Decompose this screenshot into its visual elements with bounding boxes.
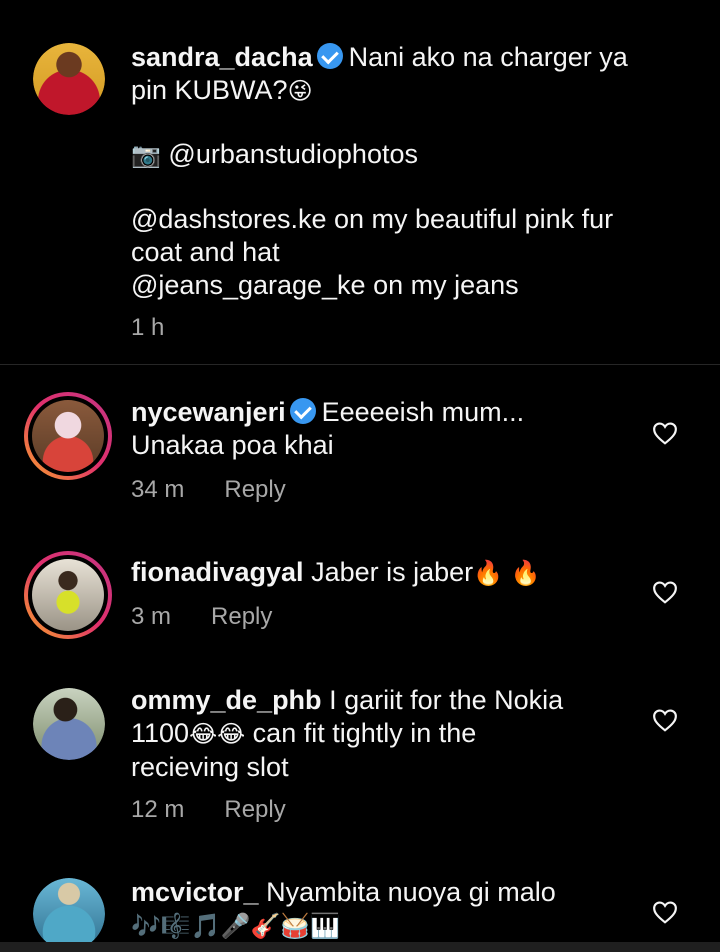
comment-fionadivagyal-text: fionadivagyal Jaber is jaber🔥 🔥 <box>131 556 631 590</box>
caption-body: @dashstores.ke on my beautiful pink fur … <box>131 203 701 302</box>
avatar-sandra-dacha[interactable] <box>33 43 105 115</box>
comment-text-line2a: 1100 <box>131 718 190 748</box>
camera-emoji: 📷 <box>131 141 161 169</box>
caption-time: 1 h <box>131 314 165 341</box>
comment-ommy-de-phb-text: ommy_de_phb I gariit for the Nokia 1100😂… <box>131 684 631 784</box>
username-mcvictor[interactable]: mcvictor_ <box>131 877 259 907</box>
comment-mcvictor-text: mcvictor_ Nyambita nuoya gi malo 🎶🎼🎵🎤🎸🥁🎹 <box>131 876 631 943</box>
comment-meta: 3 m Reply <box>131 603 272 631</box>
caption-credit: 📷 @urbanstudiophotos <box>131 138 418 172</box>
comment-text-line3: recieving slot <box>131 752 289 782</box>
comment-text-line2b: can fit tightly in the <box>252 718 477 748</box>
comment-time: 3 m <box>131 603 172 630</box>
avatar-mcvictor[interactable] <box>33 878 105 950</box>
comment-text-line1: Eeeeeish mum... <box>321 397 525 427</box>
comment-text-line1: Nyambita nuoya gi malo <box>266 877 556 907</box>
caption-line4: coat and hat <box>131 237 280 267</box>
avatar-nycewanjeri[interactable] <box>24 392 112 480</box>
avatar-ommy-de-phb[interactable] <box>33 688 105 760</box>
reply-button[interactable]: Reply <box>211 603 272 630</box>
laughing-emoji: 😂😂 <box>189 720 246 748</box>
comment-text-line1: I gariit for the Nokia <box>329 685 564 715</box>
music-emoji-row: 🎶🎼🎵🎤🎸🥁🎹 <box>131 912 341 940</box>
comment-text-line2: Unakaa poa khai <box>131 430 334 460</box>
username-nycewanjeri[interactable]: nycewanjeri <box>131 397 286 427</box>
credit-mention[interactable]: @urbanstudiophotos <box>168 139 418 169</box>
caption-line3: @dashstores.ke on my beautiful pink fur <box>131 204 614 234</box>
comment-time: 12 m <box>131 796 185 823</box>
caption-line5: @jeans_garage_ke on my jeans <box>131 270 519 300</box>
verified-badge-icon <box>289 398 316 424</box>
avatar-fionadivagyal[interactable] <box>24 551 112 639</box>
caption-line1: Nani ako na charger ya <box>348 42 628 72</box>
username-ommy-de-phb[interactable]: ommy_de_phb <box>131 685 322 715</box>
heart-outline-icon[interactable] <box>652 900 678 924</box>
heart-outline-icon[interactable] <box>652 708 678 732</box>
comment-meta: 12 m Reply <box>131 796 286 824</box>
wink-emoji: 😜 <box>287 77 313 105</box>
comment-meta: 34 m Reply <box>131 476 286 504</box>
comment-time: 34 m <box>131 476 185 503</box>
bottom-bar <box>0 942 720 952</box>
comment-text-line1: Jaber is jaber <box>311 557 474 587</box>
heart-outline-icon[interactable] <box>652 580 678 604</box>
fire-emoji: 🔥 🔥 <box>473 559 541 587</box>
username-sandra-dacha[interactable]: sandra_dacha <box>131 42 313 72</box>
reply-button[interactable]: Reply <box>224 476 285 503</box>
heart-outline-icon[interactable] <box>652 421 678 445</box>
comment-nycewanjeri-text: nycewanjeri Eeeeeish mum... Unakaa poa kh… <box>131 396 631 462</box>
verified-badge-icon <box>316 43 343 69</box>
caption-line2: pin KUBWA? <box>131 75 288 105</box>
username-fionadivagyal[interactable]: fionadivagyal <box>131 557 304 587</box>
caption-text: sandra_dacha Nani ako na charger ya pin K… <box>131 41 691 108</box>
caption-divider <box>0 364 720 365</box>
reply-button[interactable]: Reply <box>224 796 285 823</box>
